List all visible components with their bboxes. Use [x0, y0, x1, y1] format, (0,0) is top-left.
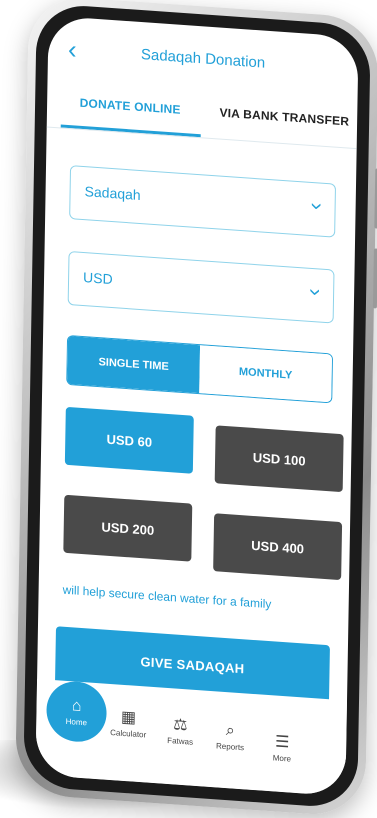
tab-bank-transfer[interactable]: VIA BANK TRANSFER — [219, 106, 349, 129]
nav-item-more[interactable]: ☰ More — [254, 730, 311, 765]
chevron-down-icon: › — [304, 201, 331, 211]
chevron-down-icon: › — [303, 287, 329, 297]
menu-icon: ☰ — [274, 733, 290, 752]
phone-bezel: ‹ Sadaqah Donation DONATE ONLINE VIA BAN… — [23, 2, 371, 810]
page-title: Sadaqah Donation — [140, 46, 266, 72]
donation-type-value: Sadaqah — [84, 183, 141, 204]
app-screen: ‹ Sadaqah Donation DONATE ONLINE VIA BAN… — [35, 15, 359, 797]
bottom-nav: ⌂ Home ▦ Calculator ⚖ Fatwas ⌕ Reports ☰ — [35, 678, 348, 797]
nav-label-calculator: Calculator — [110, 727, 147, 740]
calculator-icon: ▦ — [120, 708, 137, 727]
phone-device: ‹ Sadaqah Donation DONATE ONLINE VIA BAN… — [15, 0, 377, 818]
amount-grid: USD 60 USD 100 USD 200 USD 400 — [63, 406, 344, 585]
volume-down-button — [372, 248, 377, 309]
currency-select[interactable]: USD › — [67, 251, 335, 324]
amount-option-60[interactable]: USD 60 — [64, 406, 194, 474]
nav-label-fatwas: Fatwas — [167, 735, 194, 747]
frequency-single-time[interactable]: SINGLE TIME — [67, 335, 201, 394]
frequency-monthly[interactable]: MONTHLY — [199, 345, 333, 403]
scale-icon: ⚖ — [173, 716, 188, 735]
search-icon: ⌕ — [225, 722, 235, 740]
nav-item-calculator[interactable]: ▦ Calculator — [100, 705, 157, 740]
nav-item-home[interactable]: ⌂ Home — [46, 679, 108, 744]
amount-option-100[interactable]: USD 100 — [214, 425, 344, 493]
tab-divider — [46, 126, 357, 150]
tab-donate-online[interactable]: DONATE ONLINE — [65, 95, 195, 118]
tab-bar: DONATE ONLINE VIA BANK TRANSFER — [46, 93, 358, 155]
frequency-toggle: SINGLE TIME MONTHLY — [66, 334, 334, 404]
nav-label-home: Home — [65, 716, 88, 727]
impact-text: will help secure clean water for a famil… — [62, 582, 272, 612]
amount-option-200[interactable]: USD 200 — [63, 494, 193, 562]
nav-item-reports[interactable]: ⌕ Reports — [202, 720, 258, 753]
currency-value: USD — [82, 269, 113, 288]
nav-item-fatwas[interactable]: ⚖ Fatwas — [152, 713, 209, 748]
home-icon: ⌂ — [71, 696, 82, 715]
donation-type-select[interactable]: Sadaqah › — [69, 165, 337, 238]
nav-label-reports: Reports — [215, 741, 245, 753]
nav-label-more: More — [272, 753, 292, 764]
amount-option-400[interactable]: USD 400 — [213, 513, 343, 581]
app-header: ‹ Sadaqah Donation — [48, 34, 358, 86]
